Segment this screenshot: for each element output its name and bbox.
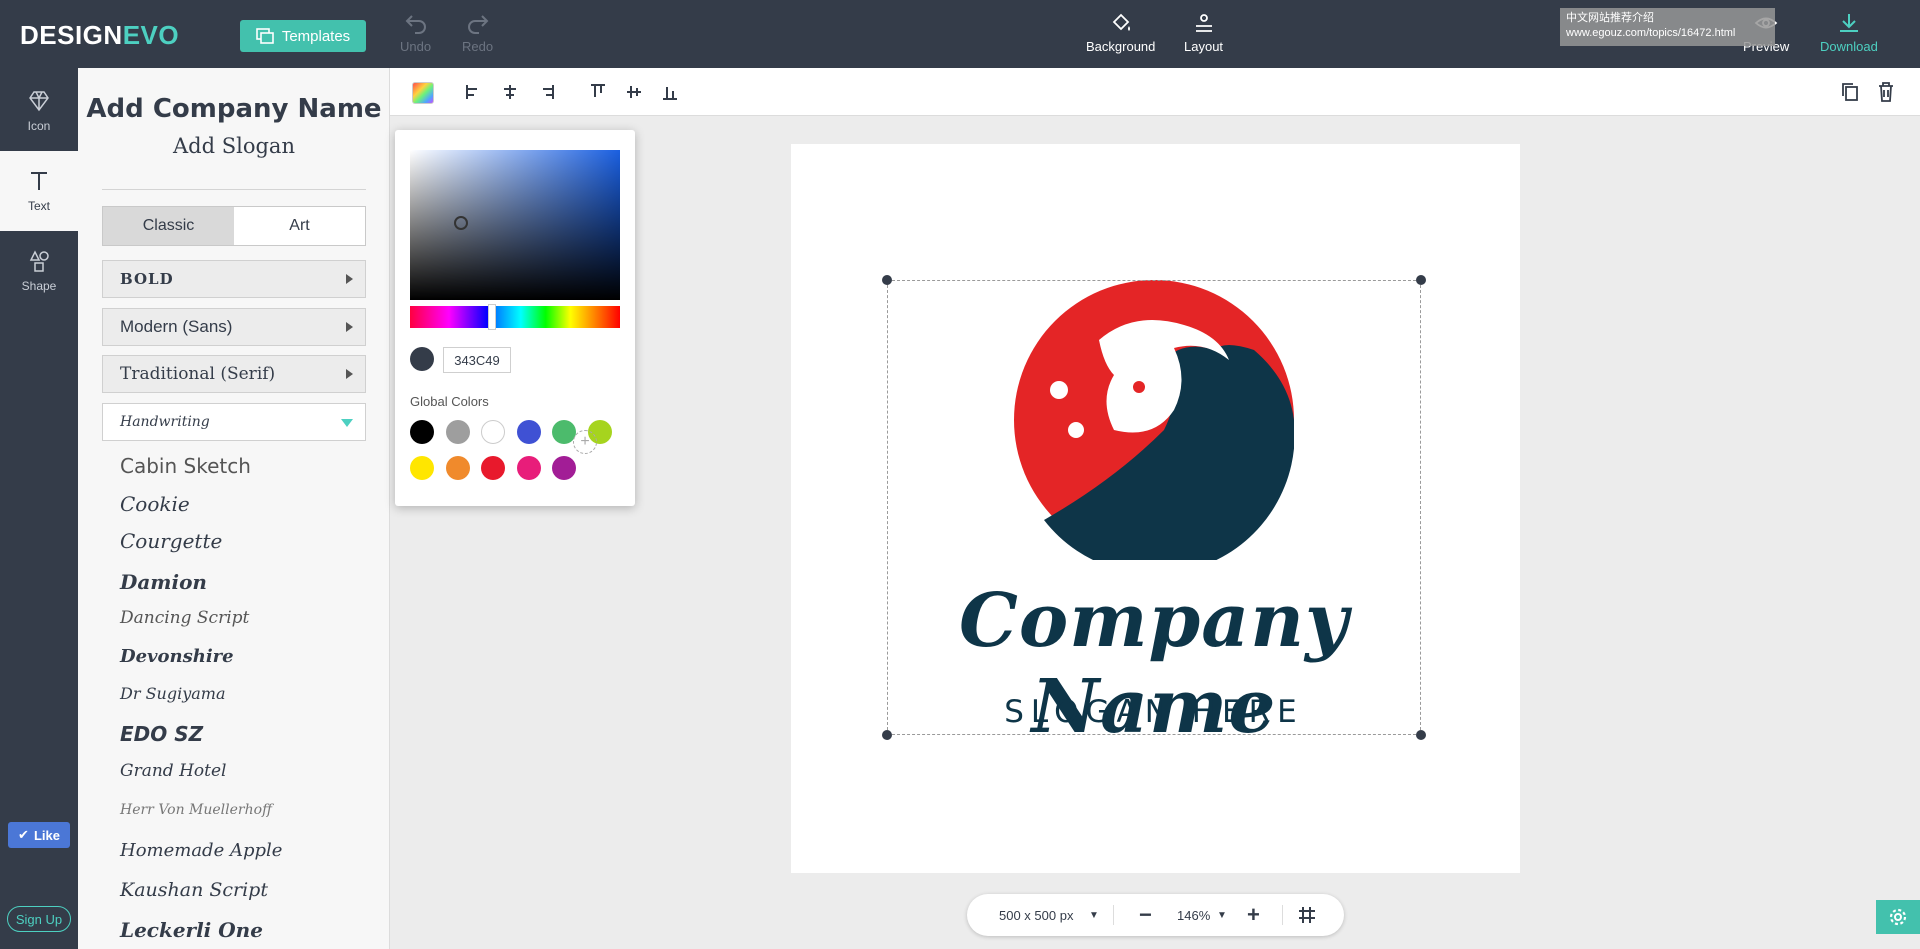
download-button[interactable]: Download (1820, 12, 1878, 54)
delete-icon[interactable] (1874, 80, 1898, 104)
duplicate-icon[interactable] (1838, 80, 1862, 104)
align-middle-vertical-icon[interactable] (622, 80, 646, 104)
font-item[interactable]: Kaushan Script (120, 879, 268, 901)
left-rail: Icon Text Shape (0, 68, 78, 949)
align-center-horizontal-icon[interactable] (498, 80, 522, 104)
global-color-swatch[interactable] (481, 420, 505, 444)
gear-icon (1889, 908, 1907, 926)
category-bold[interactable]: BOLD (102, 260, 366, 298)
rail-item-icon[interactable]: Icon (0, 71, 78, 151)
resize-handle-top-right[interactable] (1416, 275, 1426, 285)
font-item[interactable]: Cabin Sketch (120, 454, 251, 478)
rail-item-text[interactable]: Text (0, 151, 78, 231)
download-icon (1839, 14, 1858, 32)
chevron-down-icon (341, 419, 353, 427)
templates-icon (256, 28, 274, 44)
undo-button[interactable]: Undo (400, 12, 431, 54)
divider (102, 189, 366, 190)
paint-bucket-icon (1112, 13, 1130, 31)
global-color-swatch[interactable] (445, 420, 470, 444)
hue-handle[interactable] (488, 304, 496, 330)
hue-slider[interactable] (410, 306, 488, 328)
category-traditional-serif[interactable]: Traditional (Serif) (102, 355, 366, 393)
templates-button[interactable]: Templates (240, 20, 366, 52)
editor-toolbar (390, 68, 1920, 116)
zoom-out-button[interactable]: − (1139, 894, 1152, 936)
font-item[interactable]: Dr Sugiyama (120, 684, 225, 703)
current-color-swatch (410, 347, 434, 371)
font-style-tabs: Classic Art (102, 206, 366, 246)
tab-classic[interactable]: Classic (103, 207, 234, 245)
text-panel: Add Company Name Add Slogan Classic Art … (78, 68, 390, 949)
facebook-like-button[interactable]: ✔ Like (8, 822, 70, 848)
divider (1282, 905, 1283, 925)
font-item[interactable]: Courgette (120, 529, 222, 553)
color-picker-popup: 343C49 Global Colors + (395, 130, 635, 506)
tab-art[interactable]: Art (234, 207, 365, 245)
font-item[interactable]: Dancing Script (120, 608, 249, 628)
category-handwriting[interactable]: Handwriting (102, 403, 366, 441)
rail-item-shape[interactable]: Shape (0, 231, 78, 311)
global-color-swatch[interactable] (552, 456, 576, 480)
layout-button[interactable]: Layout (1184, 12, 1223, 54)
watermark-overlay: 中文网站推荐介绍 www.egouz.com/topics/16472.html (1560, 8, 1775, 46)
align-right-icon[interactable] (534, 80, 558, 104)
font-item[interactable]: EDO SZ (120, 722, 203, 746)
font-item[interactable]: Grand Hotel (120, 761, 226, 781)
slogan-text[interactable]: SLOGAN HERE (887, 694, 1421, 730)
zoom-in-button[interactable]: + (1247, 894, 1260, 936)
undo-icon (405, 15, 426, 34)
redo-button[interactable]: Redo (462, 12, 493, 54)
designevo-logo[interactable]: DESIGNEVO (20, 20, 179, 51)
global-color-swatch[interactable] (516, 456, 541, 480)
global-color-swatch[interactable] (410, 456, 434, 480)
font-item[interactable]: Cookie (120, 492, 190, 516)
global-colors-label: Global Colors (410, 394, 489, 409)
diamond-icon (29, 91, 49, 112)
top-bar: DESIGNEVO Templates Undo Redo Background… (0, 0, 1920, 68)
chevron-right-icon (346, 322, 353, 332)
sign-up-button[interactable]: Sign Up (7, 906, 71, 932)
resize-handle-top-left[interactable] (882, 275, 892, 285)
category-modern-sans[interactable]: Modern (Sans) (102, 308, 366, 346)
grid-toggle-button[interactable] (1297, 894, 1317, 936)
chevron-down-icon: ▼ (1217, 909, 1227, 921)
color-picker-button[interactable] (412, 82, 434, 104)
background-button[interactable]: Background (1086, 12, 1155, 54)
add-color-icon[interactable]: + (573, 430, 597, 454)
add-slogan-button[interactable]: Add Slogan (78, 134, 389, 158)
font-item[interactable]: Leckerli One (120, 918, 263, 942)
text-icon (31, 172, 47, 190)
global-color-swatch[interactable] (445, 456, 470, 480)
saturation-value-area[interactable] (410, 150, 620, 300)
color-cursor[interactable] (454, 216, 468, 230)
align-bottom-icon[interactable] (658, 80, 682, 104)
font-item[interactable]: Damion (120, 570, 207, 594)
add-company-name-button[interactable]: Add Company Name (78, 94, 389, 124)
zoom-level-select[interactable]: 146% (1177, 894, 1210, 936)
hex-input[interactable]: 343C49 (443, 347, 511, 373)
hue-slider[interactable] (496, 306, 620, 328)
grid-icon (1299, 907, 1315, 923)
global-color-swatch[interactable] (481, 456, 505, 480)
font-item[interactable]: Devonshire (120, 646, 234, 667)
layout-icon (1195, 14, 1212, 32)
align-left-icon[interactable] (462, 80, 486, 104)
global-color-swatch[interactable] (516, 420, 541, 444)
canvas-size-select[interactable]: 500 x 500 px (999, 894, 1073, 936)
chevron-right-icon (346, 274, 353, 284)
divider (1113, 905, 1114, 925)
chevron-right-icon (346, 369, 353, 379)
zoom-bar: 500 x 500 px ▼ − 146% ▼ + (967, 894, 1344, 936)
chevron-down-icon: ▼ (1089, 909, 1099, 921)
check-icon: ✔ (18, 827, 29, 842)
shapes-icon (29, 250, 49, 272)
settings-button[interactable] (1876, 900, 1920, 934)
global-color-swatch[interactable] (410, 420, 434, 444)
redo-icon (467, 15, 488, 34)
font-item[interactable]: Herr Von Muellerhoff (120, 802, 272, 818)
font-item[interactable]: Homemade Apple (120, 840, 282, 861)
align-top-icon[interactable] (586, 80, 610, 104)
